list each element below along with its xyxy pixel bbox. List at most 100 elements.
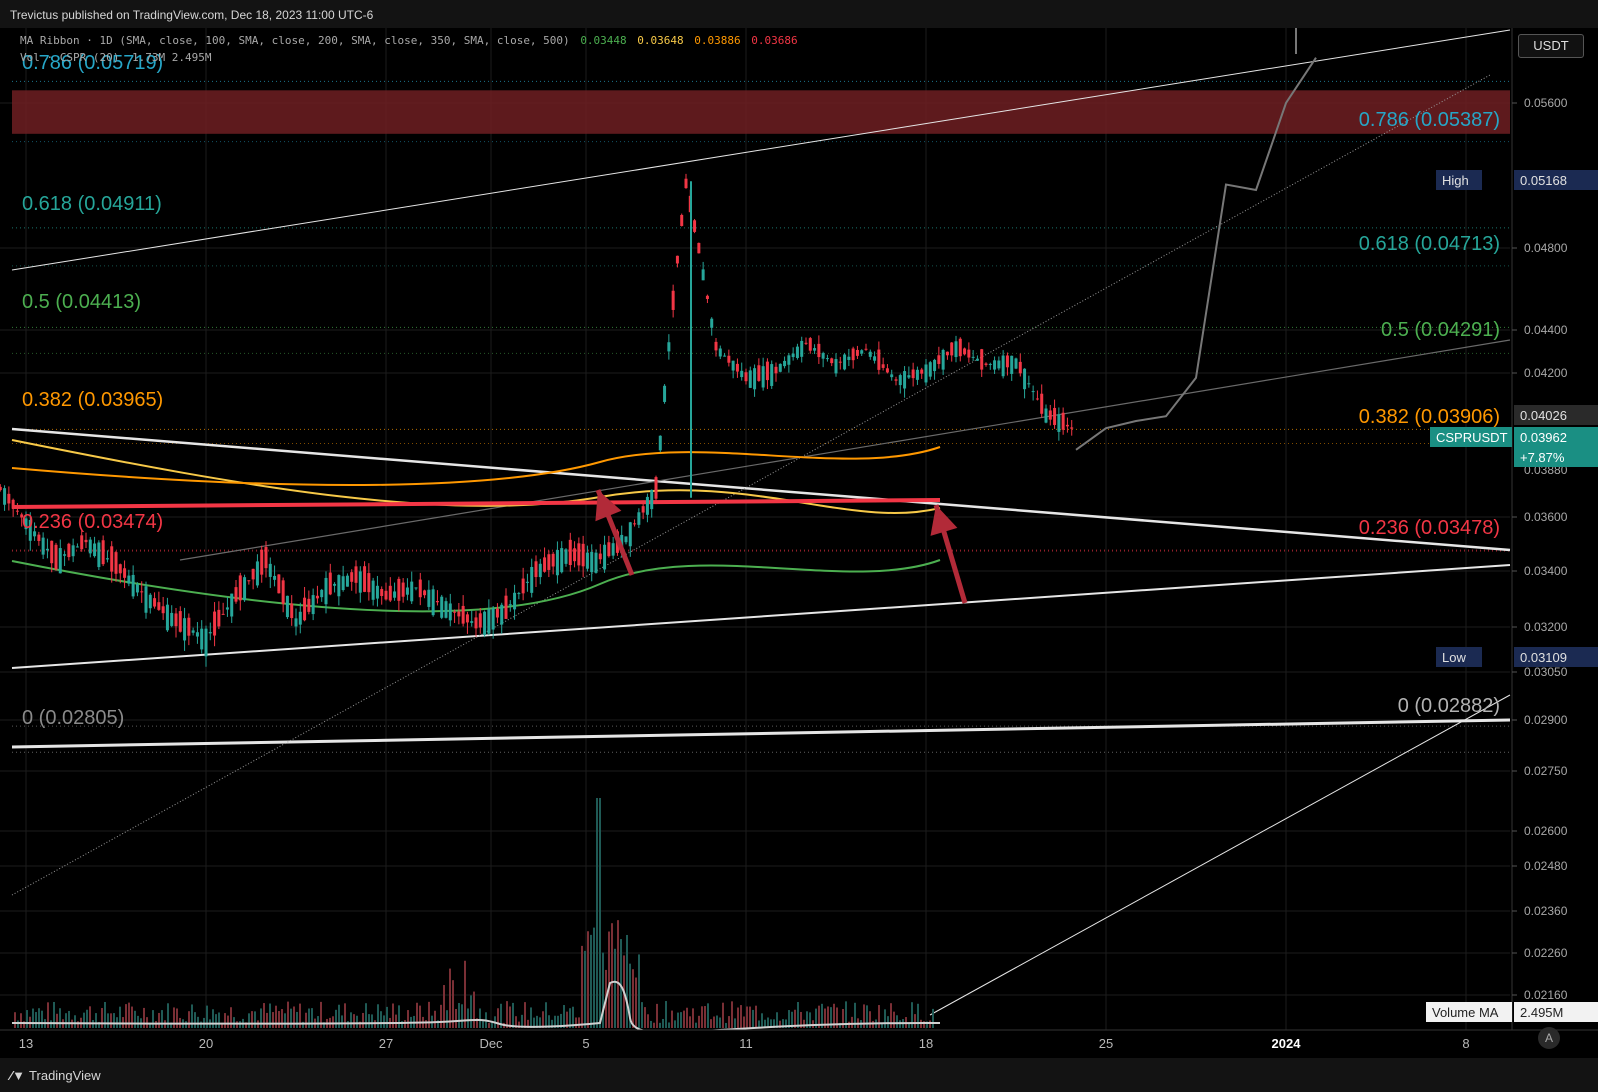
candle-body [41, 537, 45, 555]
candle-body [1040, 393, 1044, 414]
volume-bar [878, 1005, 880, 1028]
volume-bar [434, 1010, 436, 1028]
candle-body [491, 608, 495, 630]
candle-body [371, 580, 375, 600]
candle-body [718, 348, 722, 357]
volume-bar [398, 1005, 400, 1028]
tradingview-logo[interactable]: ⁄▼ TradingView [10, 1068, 101, 1083]
candle-body [1031, 391, 1035, 393]
candle-body [744, 372, 748, 382]
candle-body [530, 566, 534, 593]
publish-text: Trevictus published on TradingView.com, … [10, 8, 374, 22]
volume-bar [896, 1015, 898, 1028]
candle-body [585, 552, 589, 569]
volume-bar [251, 1011, 253, 1028]
volume-bar [224, 1013, 226, 1028]
candle-body [641, 506, 645, 513]
y-tick-label: 0.03050 [1524, 665, 1568, 679]
currency-button[interactable]: USDT [1518, 34, 1584, 58]
candle-body [693, 220, 697, 232]
volume-bar [617, 920, 619, 1028]
price-chart[interactable]: 0.786 (0.05719)0.618 (0.04911)0.5 (0.044… [0, 28, 1598, 1058]
ma-ribbon-label: MA Ribbon · 1D (SMA, close, 100, SMA, cl… [20, 34, 570, 47]
volume-bar [893, 1011, 895, 1028]
x-tick-label: 8 [1462, 1036, 1469, 1051]
candle-body [243, 577, 247, 601]
candle-body [397, 578, 401, 601]
fib-label-right: 0.786 (0.05387) [1359, 109, 1500, 131]
candle-body [1010, 355, 1014, 374]
candle-body [435, 601, 439, 603]
candle-body [123, 568, 127, 578]
volume-bar [887, 1016, 889, 1028]
candle-body [238, 575, 242, 601]
candle-body [821, 353, 825, 359]
volume-bar [161, 1010, 163, 1028]
candle-body [598, 553, 602, 560]
volume-bar [473, 991, 475, 1028]
x-tick-label: Dec [479, 1036, 503, 1051]
volume-bar [200, 1021, 202, 1028]
volume-bar [83, 1012, 85, 1028]
volume-bar [20, 1013, 22, 1028]
candle-body [954, 341, 958, 358]
candle-body [645, 496, 649, 515]
volume-bar [596, 798, 598, 1028]
volume-bar [743, 1016, 745, 1028]
candle-body [765, 361, 769, 381]
candle-body [843, 354, 847, 370]
volume-bar [293, 1006, 295, 1028]
volume-bar [704, 1006, 706, 1028]
fib-label-left: 0.236 (0.03474) [22, 511, 163, 533]
candle-body [161, 606, 165, 614]
candle-body [705, 295, 709, 299]
volume-bar [749, 1006, 751, 1028]
fib-label-right: 0.236 (0.03478) [1359, 517, 1500, 539]
candle-body [997, 360, 1001, 369]
candle-body [474, 617, 478, 629]
volume-bar [146, 1017, 148, 1028]
candle-body [114, 552, 118, 574]
candle-body [1027, 383, 1031, 385]
candle-body [444, 601, 448, 618]
volume-bar [506, 1001, 508, 1028]
candle-body [268, 563, 272, 577]
candle-body [500, 604, 504, 625]
candle-body [217, 609, 221, 627]
volume-bar [131, 1006, 133, 1028]
volume-bar [683, 1010, 685, 1028]
candle-body [534, 561, 538, 578]
volume-legend[interactable]: Vol · CSPR (20) 1.73M 2.495M [20, 51, 211, 64]
volume-bar [383, 1015, 385, 1028]
candle-body [375, 585, 379, 599]
volume-bar [737, 1007, 739, 1028]
candle-body [401, 582, 405, 597]
tv-logo-icon: ⁄▼ [10, 1068, 26, 1083]
ma-ribbon-legend[interactable]: MA Ribbon · 1D (SMA, close, 100, SMA, cl… [20, 34, 798, 47]
candle-body [264, 546, 268, 569]
candle-body [333, 583, 337, 586]
candle-body [817, 343, 821, 358]
volume-bar [686, 1007, 688, 1028]
candle-body [324, 577, 328, 605]
candle-body [1018, 361, 1022, 374]
candle-body [650, 489, 654, 510]
volume-bar [404, 1020, 406, 1028]
candle-body [658, 435, 662, 451]
volume-bar [332, 1016, 334, 1028]
y-tick-label: 0.02160 [1524, 988, 1568, 1002]
candle-body [928, 362, 932, 377]
volume-bar [653, 1022, 655, 1028]
volume-bar [692, 1008, 694, 1028]
candle-body [950, 342, 954, 356]
candle-body [183, 618, 187, 641]
volume-bar [752, 1009, 754, 1028]
volume-bar [362, 1012, 364, 1028]
auto-scale-button[interactable]: A [1538, 1027, 1560, 1049]
x-tick-label: 11 [739, 1036, 753, 1051]
candle-body [710, 318, 714, 328]
candle-body [521, 578, 525, 594]
volume-bar [710, 1019, 712, 1028]
fib-label-right: 0.618 (0.04713) [1359, 233, 1500, 255]
candle-body [230, 593, 234, 617]
